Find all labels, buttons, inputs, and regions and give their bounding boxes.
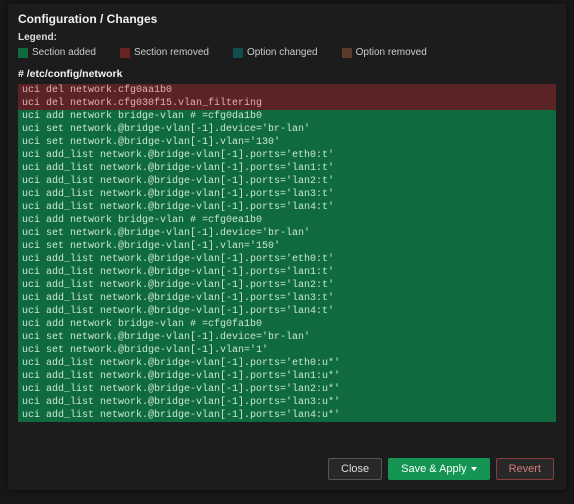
legend-label: Legend: [18,32,556,43]
diff-line: uci add_list network.@bridge-vlan[-1].po… [18,396,556,409]
legend-option-changed: Option changed [233,47,318,58]
diff-line: uci add network bridge-vlan # =cfg0ea1b0 [18,214,556,227]
changes-panel: Configuration / Changes Legend: Section … [8,4,566,490]
diff-line: uci del network.cfg0aa1b0 [18,84,556,97]
diff-line: uci add_list network.@bridge-vlan[-1].po… [18,305,556,318]
diff-line: uci add network bridge-vlan # =cfg0fa1b0 [18,318,556,331]
diff-line: uci add_list network.@bridge-vlan[-1].po… [18,370,556,383]
diff-line: uci add_list network.@bridge-vlan[-1].po… [18,175,556,188]
diff-line: uci add_list network.@bridge-vlan[-1].po… [18,188,556,201]
file-heading: # /etc/config/network [18,68,556,80]
caret-down-icon [471,467,477,471]
diff-line: uci set network.@bridge-vlan[-1].vlan='1… [18,136,556,149]
diff-line: uci add_list network.@bridge-vlan[-1].po… [18,409,556,422]
legend-text: Section added [32,47,96,58]
diff-line: uci set network.@bridge-vlan[-1].device=… [18,123,556,136]
save-apply-button[interactable]: Save & Apply [388,458,489,480]
diff-line: uci set network.@bridge-vlan[-1].vlan='1… [18,344,556,357]
diff-line: uci add_list network.@bridge-vlan[-1].po… [18,266,556,279]
swatch-section-added-icon [18,48,28,58]
legend-section-added: Section added [18,47,96,58]
diff-line: uci add_list network.@bridge-vlan[-1].po… [18,383,556,396]
diff-line: uci add_list network.@bridge-vlan[-1].po… [18,279,556,292]
diff-line: uci set network.@bridge-vlan[-1].device=… [18,227,556,240]
revert-button[interactable]: Revert [496,458,554,480]
legend-text: Section removed [134,47,209,58]
diff-line: uci add_list network.@bridge-vlan[-1].po… [18,149,556,162]
swatch-section-removed-icon [120,48,130,58]
swatch-option-removed-icon [342,48,352,58]
save-apply-label: Save & Apply [401,463,466,475]
close-button[interactable]: Close [328,458,382,480]
legend-text: Option changed [247,47,318,58]
diff-line: uci add network bridge-vlan # =cfg0da1b0 [18,110,556,123]
diff-line: uci add_list network.@bridge-vlan[-1].po… [18,201,556,214]
diff-lines: uci del network.cfg0aa1b0uci del network… [18,84,556,422]
swatch-option-changed-icon [233,48,243,58]
legend-option-removed: Option removed [342,47,427,58]
diff-line: uci add_list network.@bridge-vlan[-1].po… [18,357,556,370]
diff-line: uci add_list network.@bridge-vlan[-1].po… [18,253,556,266]
panel-title: Configuration / Changes [18,12,556,26]
diff-line: uci set network.@bridge-vlan[-1].device=… [18,331,556,344]
button-row: Close Save & Apply Revert [328,458,554,480]
legend-section-removed: Section removed [120,47,209,58]
legend-row: Section added Section removed Option cha… [18,47,556,58]
diff-line: uci add_list network.@bridge-vlan[-1].po… [18,292,556,305]
diff-line: uci add_list network.@bridge-vlan[-1].po… [18,162,556,175]
legend-text: Option removed [356,47,427,58]
diff-line: uci set network.@bridge-vlan[-1].vlan='1… [18,240,556,253]
diff-line: uci del network.cfg030f15.vlan_filtering [18,97,556,110]
